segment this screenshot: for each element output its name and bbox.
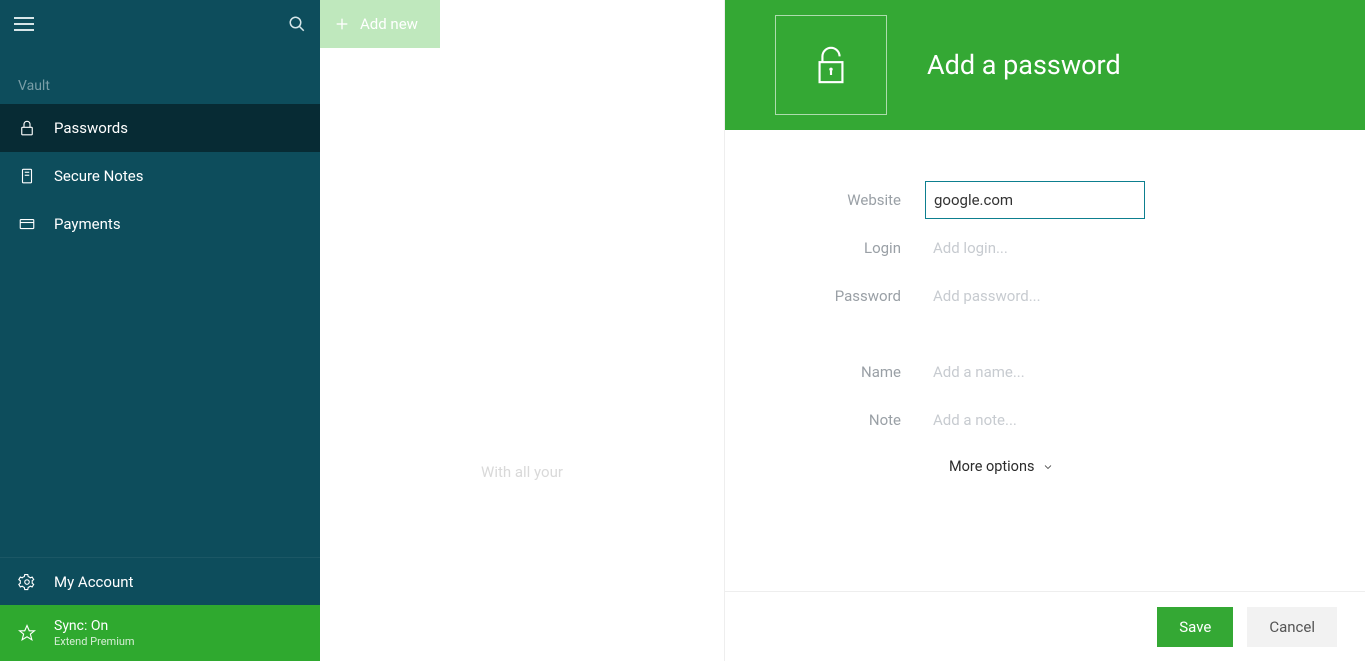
item-list-column: Add new With all your [320, 0, 725, 661]
sync-subtitle: Extend Premium [54, 635, 135, 648]
field-label: Website [785, 191, 925, 209]
sidebar-item-label: Secure Notes [54, 167, 143, 185]
star-icon [18, 624, 36, 642]
field-row-login: Login [785, 228, 1305, 268]
field-row-note: Note [785, 400, 1305, 440]
field-label: Name [785, 363, 925, 381]
sidebar-item-label: My Account [54, 573, 133, 591]
sidebar-item-label: Passwords [54, 119, 128, 137]
detail-footer: Save Cancel [725, 591, 1365, 661]
add-new-button[interactable]: Add new [320, 0, 440, 48]
name-field[interactable] [925, 353, 1145, 391]
detail-header-title: Add a password [927, 49, 1121, 81]
cancel-button[interactable]: Cancel [1247, 607, 1337, 647]
plus-icon [334, 16, 350, 32]
card-icon [18, 215, 36, 233]
sidebar-item-label: Payments [54, 215, 121, 233]
form-area: Website Login Password Name Note [725, 130, 1365, 591]
field-row-password: Password [785, 276, 1305, 316]
lock-icon [18, 119, 36, 137]
more-options-toggle[interactable]: More options [949, 458, 1305, 475]
empty-list-hint: With all your [320, 463, 724, 481]
chevron-down-icon [1042, 461, 1054, 473]
detail-header: Add a password [725, 0, 1365, 130]
hamburger-menu-icon[interactable] [14, 17, 34, 31]
sidebar-topbar [0, 0, 320, 48]
search-icon[interactable] [288, 15, 306, 33]
sidebar-item-payments[interactable]: Payments [0, 200, 320, 248]
note-field[interactable] [925, 401, 1145, 439]
sidebar-item-passwords[interactable]: Passwords [0, 104, 320, 152]
field-label: Password [785, 287, 925, 305]
login-field[interactable] [925, 229, 1145, 267]
sidebar-item-secure-notes[interactable]: Secure Notes [0, 152, 320, 200]
sidebar: Vault Passwords Secure Notes Payments My… [0, 0, 320, 661]
field-label: Login [785, 239, 925, 257]
sidebar-section-label: Vault [0, 48, 320, 104]
password-field[interactable] [925, 277, 1145, 315]
sidebar-item-sync[interactable]: Sync: On Extend Premium [0, 605, 320, 661]
field-row-name: Name [785, 352, 1305, 392]
save-button[interactable]: Save [1157, 607, 1233, 647]
add-new-label: Add new [360, 15, 418, 33]
lock-icon [813, 45, 849, 85]
field-row-website: Website [785, 180, 1305, 220]
detail-panel: Add a password Website Login Password Na… [725, 0, 1365, 661]
more-options-label: More options [949, 458, 1034, 475]
sidebar-item-my-account[interactable]: My Account [0, 557, 320, 605]
sync-text: Sync: On Extend Premium [54, 618, 135, 648]
detail-header-tile [775, 15, 887, 115]
website-field[interactable] [925, 181, 1145, 219]
sync-title: Sync: On [54, 618, 135, 635]
gear-icon [18, 573, 36, 591]
note-icon [18, 167, 36, 185]
field-label: Note [785, 411, 925, 429]
